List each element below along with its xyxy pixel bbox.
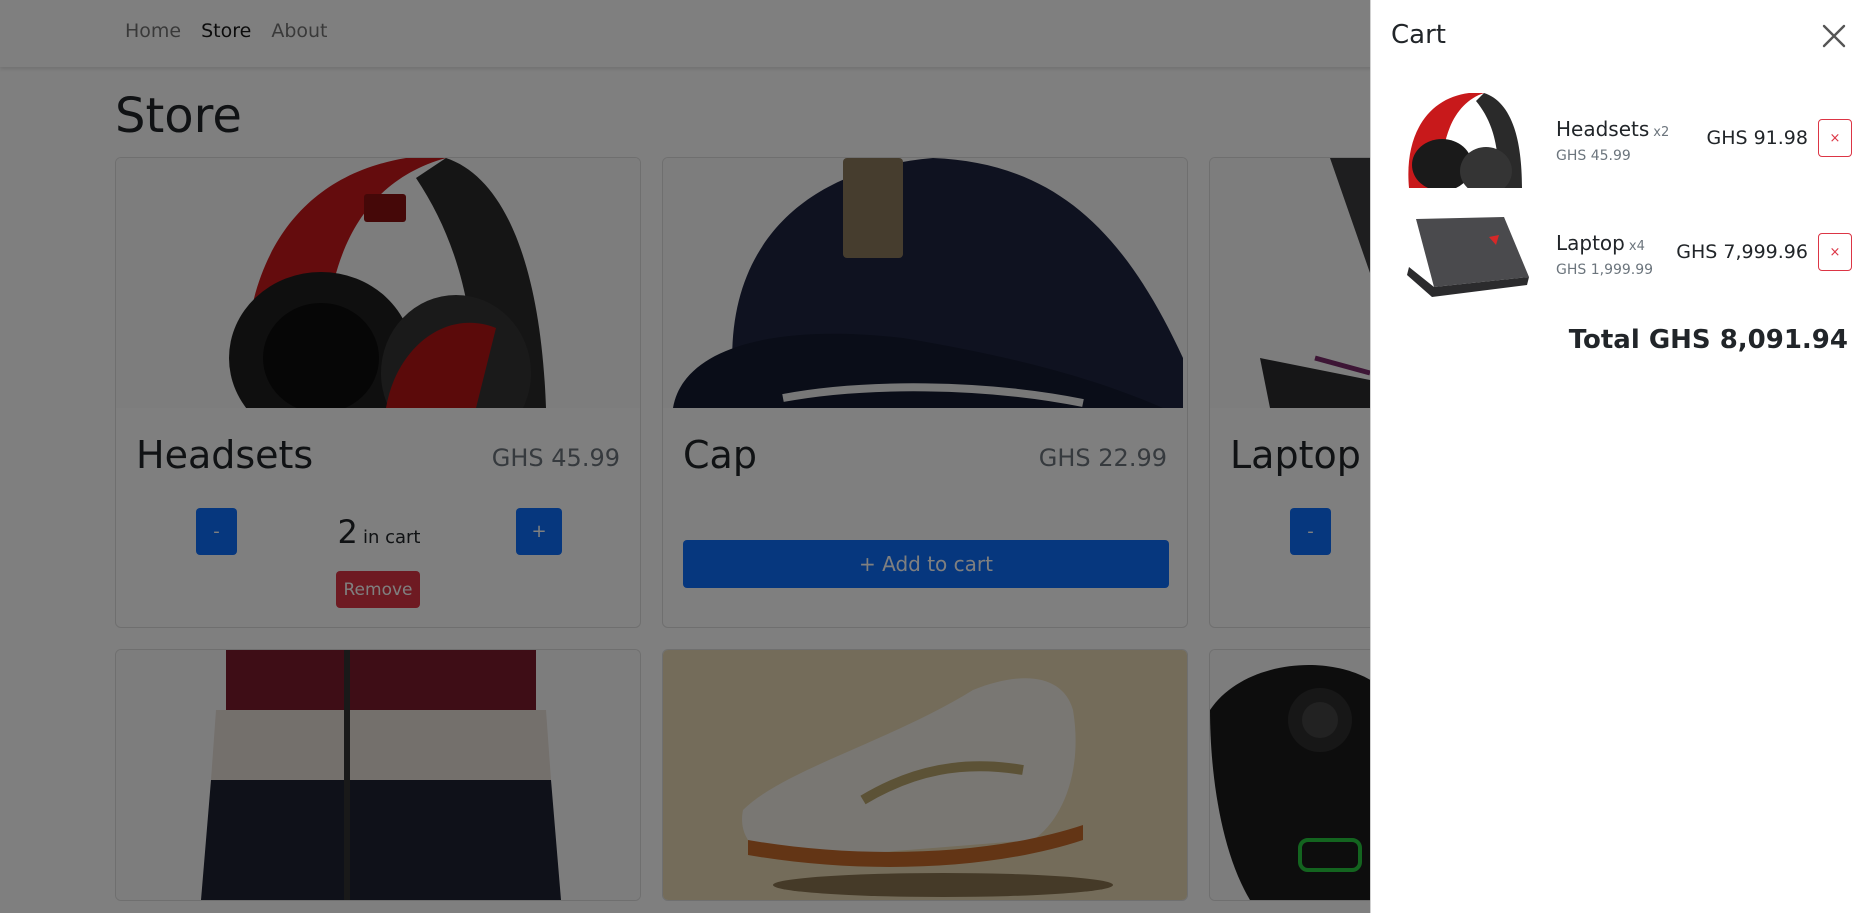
cart-item-name: Laptop x4 [1556,231,1645,255]
cart-item-title: Laptop [1556,231,1625,255]
close-icon [1822,24,1846,48]
cart-panel: Cart Headsets x2 GHS 45.99 GHS 91.98 × L… [1370,0,1868,913]
cart-item-quantity: x4 [1628,239,1645,254]
cart-item-image [1404,93,1529,195]
cart-item: Laptop x4 GHS 1,999.99 GHS 7,999.96 × [1404,207,1852,307]
remove-cart-item-button[interactable]: × [1818,233,1852,271]
cart-item-title: Headsets [1556,117,1650,141]
cart-item-quantity: x2 [1653,125,1670,140]
cart-total: Total GHS 8,091.94 [1568,325,1848,355]
close-cart-button[interactable] [1818,20,1850,52]
cart-title: Cart [1391,20,1446,50]
cart-item-unit-price: GHS 1,999.99 [1556,262,1654,278]
cart-item: Headsets x2 GHS 45.99 GHS 91.98 × [1404,93,1852,195]
cart-item-name: Headsets x2 [1556,117,1669,141]
remove-cart-item-button[interactable]: × [1818,119,1852,157]
cart-item-image [1404,207,1529,302]
cart-item-line-total: GHS 7,999.96 [1676,241,1808,263]
cart-item-line-total: GHS 91.98 [1706,127,1808,149]
cart-item-unit-price: GHS 45.99 [1556,148,1631,164]
